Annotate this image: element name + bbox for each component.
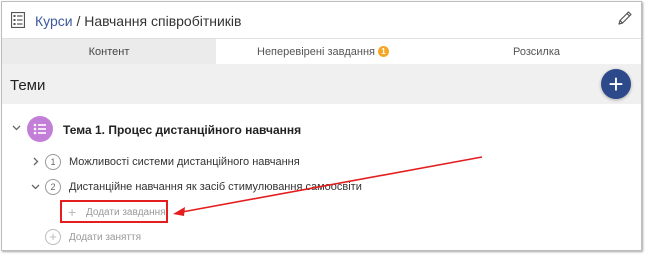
course-window: Курси / Навчання співробітників Контент … bbox=[1, 1, 642, 251]
annotation-arrow bbox=[173, 156, 483, 216]
